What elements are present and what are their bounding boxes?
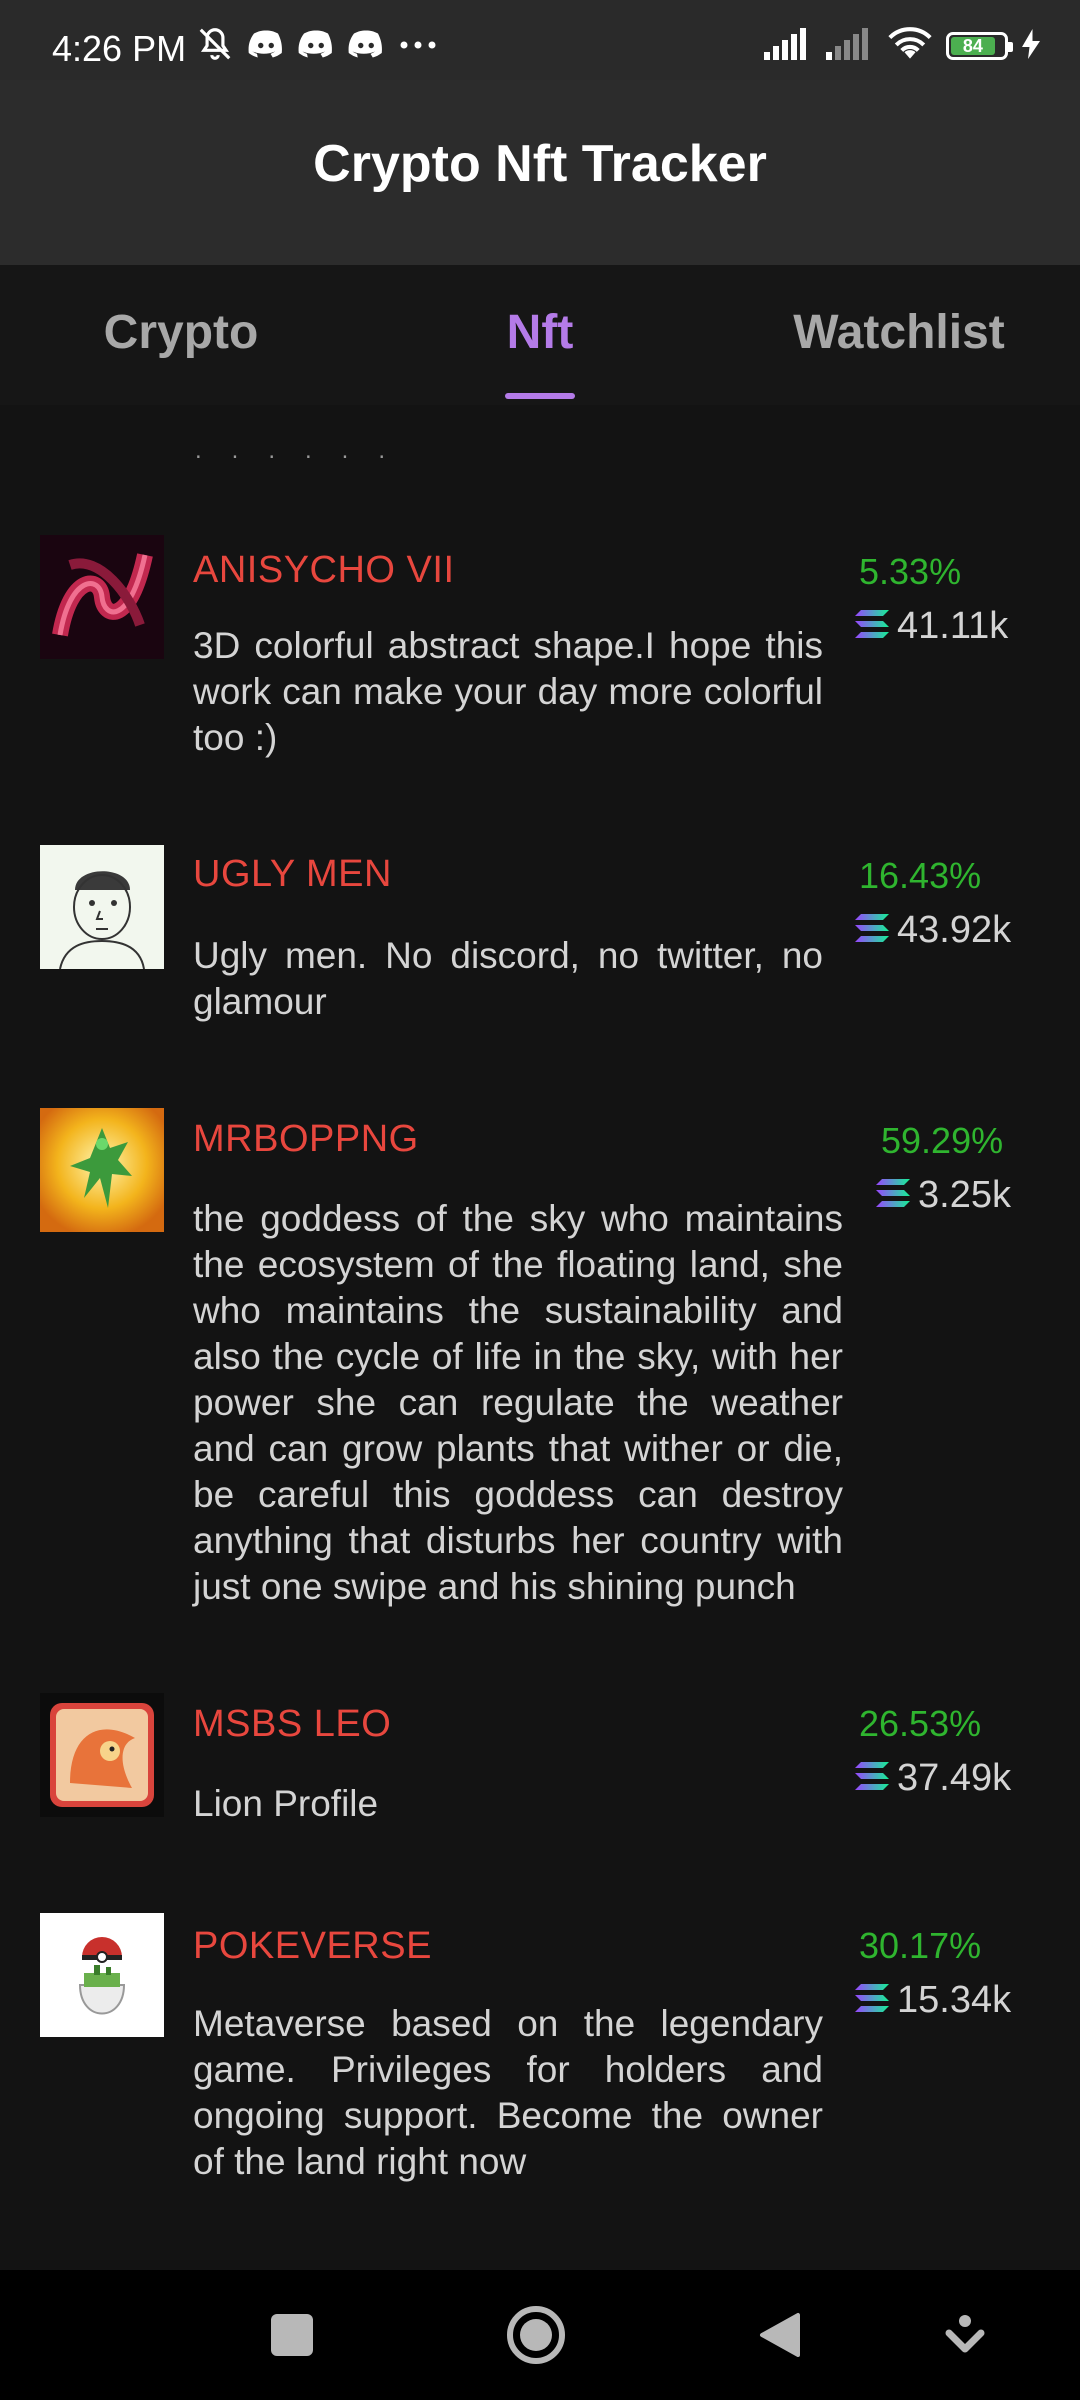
nft-description: the goddess of the sky who maintains the… bbox=[193, 1198, 843, 1607]
nft-change: 5.33% bbox=[859, 551, 962, 592]
nft-volume: 43.92k bbox=[855, 909, 1011, 952]
status-bar: 4:26 PM 84 bbox=[0, 0, 1080, 80]
nft-change: 16.43% bbox=[859, 855, 982, 896]
nft-thumbnail bbox=[40, 1108, 164, 1232]
signal-icon bbox=[764, 27, 812, 65]
signal-weak-icon bbox=[826, 27, 874, 65]
status-icons-right: 84 bbox=[764, 26, 1040, 66]
home-circle-icon[interactable] bbox=[499, 2298, 573, 2372]
nft-list[interactable]: ...... ANISYCHO VII 3D colorful abstract… bbox=[0, 405, 1080, 2270]
nft-thumbnail bbox=[40, 535, 164, 659]
nft-name: MRBOPPNG bbox=[193, 1118, 419, 1160]
solana-icon bbox=[876, 1174, 910, 1217]
menu-down-icon[interactable] bbox=[928, 2298, 1002, 2372]
status-time: 4:26 PM bbox=[52, 28, 187, 69]
battery-level: 84 bbox=[951, 36, 995, 56]
nft-description: 3D colorful abstract shape.I hope this w… bbox=[193, 625, 823, 758]
tab-watchlist[interactable]: Watchlist bbox=[793, 305, 1005, 360]
nft-volume-value: 41.11k bbox=[897, 605, 1009, 647]
nft-volume-value: 37.49k bbox=[897, 1757, 1012, 1799]
tab-nft[interactable]: Nft bbox=[507, 305, 574, 360]
solana-icon bbox=[855, 605, 889, 648]
wifi-icon bbox=[888, 26, 932, 66]
silent-icon bbox=[196, 25, 234, 68]
app-title: Crypto Nft Tracker bbox=[313, 134, 767, 193]
nft-volume: 3.25k bbox=[876, 1174, 1011, 1217]
tab-bar: Crypto Nft Watchlist bbox=[0, 265, 1080, 405]
nft-volume-value: 43.92k bbox=[897, 909, 1012, 951]
nft-volume: 15.34k bbox=[855, 1979, 1011, 2022]
recents-square-icon[interactable] bbox=[255, 2298, 329, 2372]
clipped-previous-item: ...... bbox=[195, 437, 416, 464]
tab-active-indicator bbox=[505, 393, 575, 399]
nft-change: 30.17% bbox=[859, 1925, 982, 1966]
nft-description: Ugly men. No discord, no twitter, no gla… bbox=[193, 935, 823, 1022]
nft-thumbnail bbox=[40, 1913, 164, 2037]
discord-icon bbox=[298, 29, 334, 64]
nft-change: 26.53% bbox=[859, 1703, 982, 1744]
nft-name: MSBS LEO bbox=[193, 1703, 392, 1745]
nft-description: Lion Profile bbox=[193, 1783, 379, 1824]
nft-name: UGLY MEN bbox=[193, 853, 392, 895]
battery-icon: 84 bbox=[946, 32, 1013, 60]
discord-icon bbox=[348, 29, 384, 64]
solana-icon bbox=[855, 1979, 889, 2022]
nft-name: ANISYCHO VII bbox=[193, 549, 455, 591]
nft-thumbnail bbox=[40, 1693, 164, 1817]
nft-volume: 37.49k bbox=[855, 1757, 1011, 1800]
status-icons-left bbox=[196, 26, 438, 66]
back-triangle-icon[interactable] bbox=[743, 2298, 817, 2372]
solana-icon bbox=[855, 909, 889, 952]
nft-volume-value: 15.34k bbox=[897, 1979, 1012, 2021]
discord-icon bbox=[248, 29, 284, 64]
nft-description: Metaverse based on the legendary game. P… bbox=[193, 2003, 823, 2182]
nft-volume-value: 3.25k bbox=[918, 1174, 1011, 1216]
app-bar: Crypto Nft Tracker bbox=[0, 80, 1080, 265]
nft-name: POKEVERSE bbox=[193, 1925, 432, 1967]
nft-thumbnail bbox=[40, 845, 164, 969]
charging-icon bbox=[1022, 28, 1040, 64]
more-dots-icon bbox=[398, 37, 438, 55]
nft-change: 59.29% bbox=[881, 1120, 1004, 1161]
tab-crypto[interactable]: Crypto bbox=[104, 305, 259, 360]
navigation-bar bbox=[0, 2270, 1080, 2400]
solana-icon bbox=[855, 1757, 889, 1800]
nft-volume: 41.11k bbox=[855, 605, 1008, 648]
